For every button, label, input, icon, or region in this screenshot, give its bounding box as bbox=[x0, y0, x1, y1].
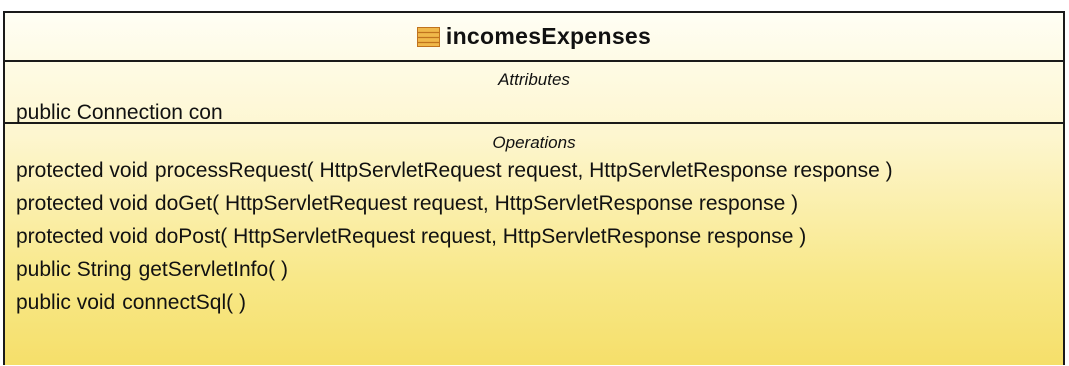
operation-item: protected void processRequest( HttpServle… bbox=[5, 154, 1063, 187]
operation-prefix: protected void bbox=[16, 159, 148, 182]
operation-signature: getServletInfo( ) bbox=[138, 258, 288, 281]
operation-item: public String getServletInfo( ) bbox=[5, 253, 1063, 286]
operations-compartment: Operations protected void processRequest(… bbox=[5, 124, 1063, 319]
operation-prefix: public void bbox=[16, 291, 116, 314]
operation-signature: processRequest( HttpServletRequest reque… bbox=[154, 159, 893, 182]
operation-item: protected void doPost( HttpServletRequest… bbox=[5, 220, 1063, 253]
operation-prefix: protected void bbox=[16, 225, 148, 248]
attributes-label: Attributes bbox=[498, 70, 570, 89]
uml-class-box[interactable]: incomesExpenses Attributes public Connec… bbox=[3, 11, 1065, 365]
operation-prefix: public String bbox=[16, 258, 132, 281]
attributes-compartment: Attributes public Connection con bbox=[5, 62, 1063, 124]
class-name: incomesExpenses bbox=[445, 23, 652, 49]
operation-signature: doPost( HttpServletRequest request, Http… bbox=[154, 225, 807, 248]
attribute-item: public Connection con bbox=[16, 101, 223, 124]
class-icon bbox=[416, 26, 440, 47]
operation-prefix: protected void bbox=[16, 192, 148, 215]
operation-signature: doGet( HttpServletRequest request, HttpS… bbox=[154, 192, 799, 215]
operation-item: protected void doGet( HttpServletRequest … bbox=[5, 187, 1063, 220]
operation-signature: connectSql( ) bbox=[122, 291, 246, 314]
operation-item: public void connectSql( ) bbox=[5, 286, 1063, 319]
class-header: incomesExpenses bbox=[5, 13, 1063, 62]
